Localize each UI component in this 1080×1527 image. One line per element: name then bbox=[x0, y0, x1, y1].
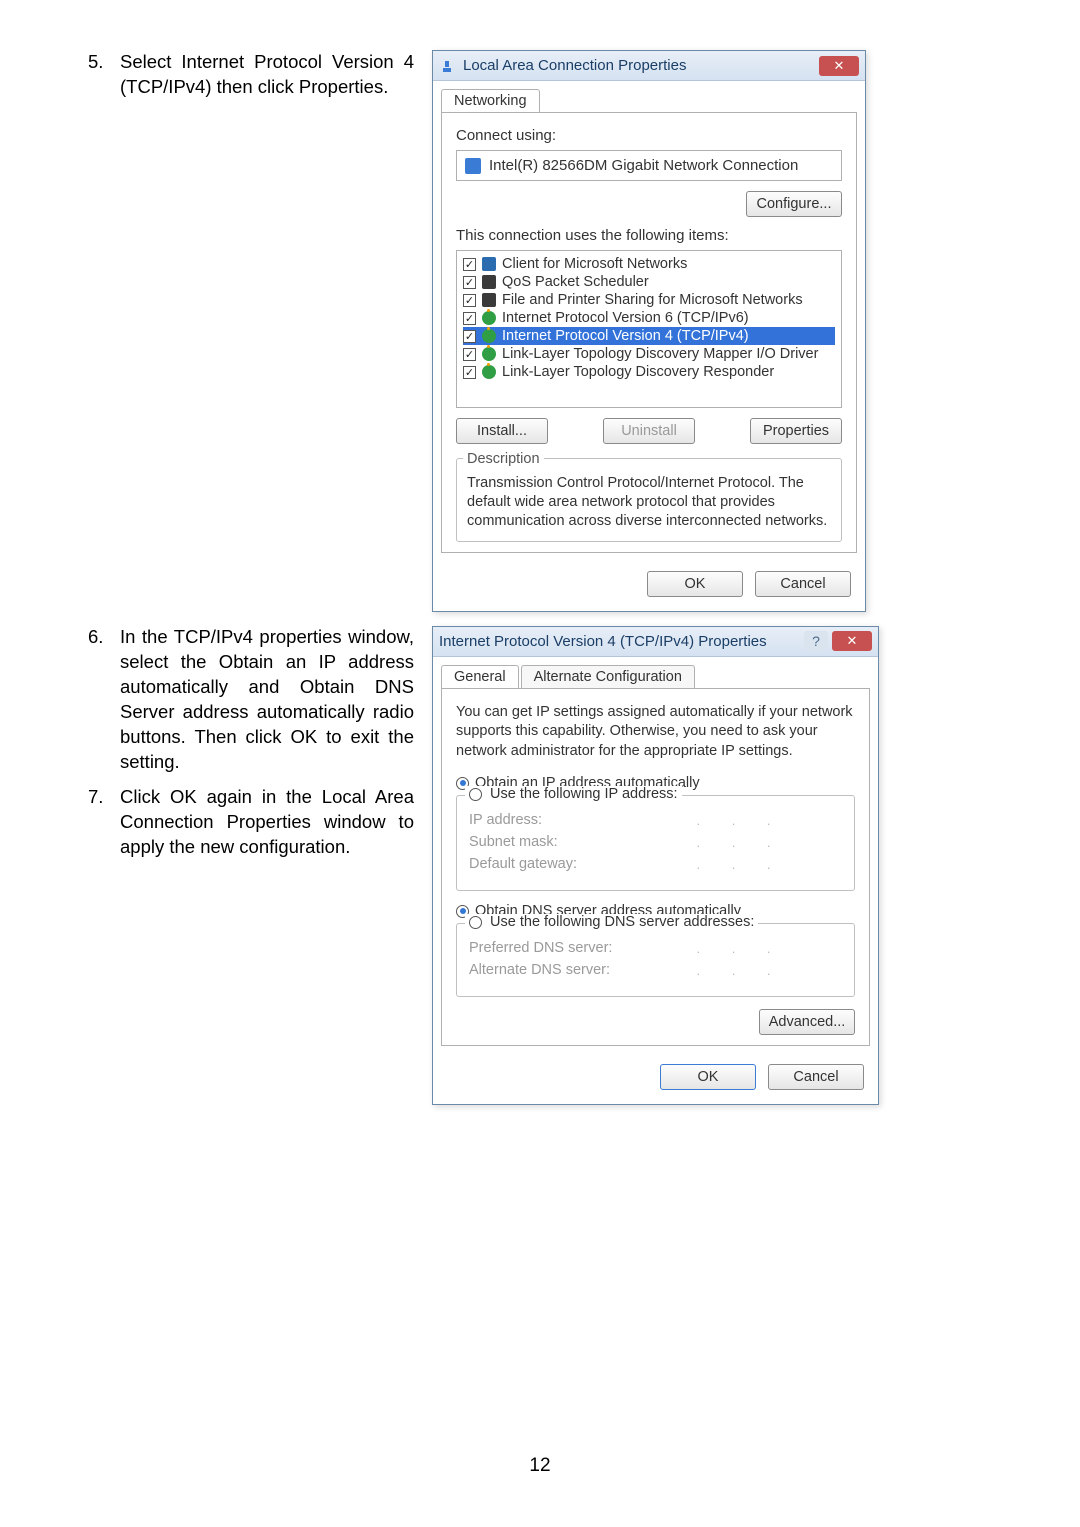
step-6: 6. In the TCP/IPv4 properties window, se… bbox=[88, 625, 414, 775]
preferred-dns-label: Preferred DNS server: bbox=[469, 940, 639, 956]
preferred-dns-field: . . . bbox=[639, 941, 842, 956]
adapter-field: Intel(R) 82566DM Gigabit Network Connect… bbox=[456, 150, 842, 181]
list-item[interactable]: ✓ QoS Packet Scheduler bbox=[463, 273, 835, 291]
tab-networking[interactable]: Networking bbox=[441, 89, 540, 112]
network-icon bbox=[439, 58, 455, 74]
alternate-dns-field: . . . bbox=[639, 963, 842, 978]
close-icon[interactable]: ✕ bbox=[819, 56, 859, 76]
list-item[interactable]: ✓ Link-Layer Topology Discovery Responder bbox=[463, 363, 835, 381]
properties-button[interactable]: Properties bbox=[750, 418, 842, 444]
default-gateway-field: . . . bbox=[639, 857, 842, 872]
ip-manual-group: Use the following IP address: IP address… bbox=[456, 795, 855, 891]
page-number: 12 bbox=[0, 1455, 1080, 1477]
ip-address-field: . . . bbox=[639, 813, 842, 828]
checkbox-icon[interactable]: ✓ bbox=[463, 294, 476, 307]
dialog-title: Internet Protocol Version 4 (TCP/IPv4) P… bbox=[439, 633, 767, 650]
list-item[interactable]: ✓ File and Printer Sharing for Microsoft … bbox=[463, 291, 835, 309]
local-area-connection-dialog: Local Area Connection Properties ✕ Netwo… bbox=[432, 50, 866, 612]
list-item[interactable]: ✓ Link-Layer Topology Discovery Mapper I/… bbox=[463, 345, 835, 363]
list-item-label: File and Printer Sharing for Microsoft N… bbox=[502, 292, 803, 308]
sched-icon bbox=[482, 275, 496, 289]
ip-address-label: IP address: bbox=[469, 812, 639, 828]
nic-icon bbox=[465, 158, 481, 174]
net-icon bbox=[482, 329, 496, 343]
install-button[interactable]: Install... bbox=[456, 418, 548, 444]
description-group: Description Transmission Control Protoco… bbox=[456, 458, 842, 542]
adapter-name: Intel(R) 82566DM Gigabit Network Connect… bbox=[489, 157, 798, 174]
default-gateway-label: Default gateway: bbox=[469, 856, 639, 872]
advanced-button[interactable]: Advanced... bbox=[759, 1009, 855, 1035]
instructions-column: 5. Select Internet Protocol Version 4 (T… bbox=[88, 50, 414, 1105]
pc-icon bbox=[482, 257, 496, 271]
checkbox-icon[interactable]: ✓ bbox=[463, 348, 476, 361]
list-item-label: QoS Packet Scheduler bbox=[502, 274, 649, 290]
uses-label: This connection uses the following items… bbox=[456, 227, 842, 244]
cancel-button[interactable]: Cancel bbox=[768, 1064, 864, 1090]
list-item-label: Link-Layer Topology Discovery Mapper I/O… bbox=[502, 346, 818, 362]
intro-text: You can get IP settings assigned automat… bbox=[456, 703, 855, 762]
sched-icon bbox=[482, 293, 496, 307]
checkbox-icon[interactable]: ✓ bbox=[463, 258, 476, 271]
connection-items-list[interactable]: ✓ Client for Microsoft Networks ✓ QoS Packe… bbox=[456, 250, 842, 408]
list-item-label: Client for Microsoft Networks bbox=[502, 256, 687, 272]
ok-button[interactable]: OK bbox=[647, 571, 743, 597]
radio-dns-manual[interactable] bbox=[469, 916, 482, 929]
tab-alternate-configuration[interactable]: Alternate Configuration bbox=[521, 665, 695, 688]
net-icon bbox=[482, 311, 496, 325]
configure-button[interactable]: Configure... bbox=[746, 191, 842, 217]
list-item[interactable]: ✓ Internet Protocol Version 4 (TCP/IPv4) bbox=[463, 327, 835, 345]
cancel-button[interactable]: Cancel bbox=[755, 571, 851, 597]
subnet-mask-label: Subnet mask: bbox=[469, 834, 639, 850]
dialog-titlebar: Local Area Connection Properties ✕ bbox=[433, 51, 865, 81]
connect-using-label: Connect using: bbox=[456, 127, 842, 144]
description-text: Transmission Control Protocol/Internet P… bbox=[467, 474, 831, 531]
uninstall-button: Uninstall bbox=[603, 418, 695, 444]
checkbox-icon[interactable]: ✓ bbox=[463, 312, 476, 325]
alternate-dns-label: Alternate DNS server: bbox=[469, 962, 639, 978]
list-item[interactable]: ✓ Client for Microsoft Networks bbox=[463, 255, 835, 273]
net-icon bbox=[482, 347, 496, 361]
dialog-title: Local Area Connection Properties bbox=[463, 57, 686, 74]
ok-button[interactable]: OK bbox=[660, 1064, 756, 1090]
description-legend: Description bbox=[463, 451, 544, 467]
list-item-label: Link-Layer Topology Discovery Responder bbox=[502, 364, 774, 380]
list-item-label: Internet Protocol Version 6 (TCP/IPv6) bbox=[502, 310, 749, 326]
subnet-mask-field: . . . bbox=[639, 835, 842, 850]
step-7: 7. Click OK again in the Local Area Conn… bbox=[88, 785, 414, 860]
step-5: 5. Select Internet Protocol Version 4 (T… bbox=[88, 50, 414, 100]
dialog-titlebar: Internet Protocol Version 4 (TCP/IPv4) P… bbox=[433, 627, 878, 657]
list-item[interactable]: ✓ Internet Protocol Version 6 (TCP/IPv6) bbox=[463, 309, 835, 327]
checkbox-icon[interactable]: ✓ bbox=[463, 330, 476, 343]
list-item-label: Internet Protocol Version 4 (TCP/IPv4) bbox=[502, 328, 749, 344]
checkbox-icon[interactable]: ✓ bbox=[463, 276, 476, 289]
net-icon bbox=[482, 365, 496, 379]
tcpip-properties-dialog: Internet Protocol Version 4 (TCP/IPv4) P… bbox=[432, 626, 879, 1106]
tab-general[interactable]: General bbox=[441, 665, 519, 688]
dns-manual-group: Use the following DNS server addresses: … bbox=[456, 923, 855, 997]
checkbox-icon[interactable]: ✓ bbox=[463, 366, 476, 379]
help-icon[interactable]: ? bbox=[804, 631, 828, 651]
radio-ip-manual[interactable] bbox=[469, 788, 482, 801]
close-icon[interactable]: ✕ bbox=[832, 631, 872, 651]
